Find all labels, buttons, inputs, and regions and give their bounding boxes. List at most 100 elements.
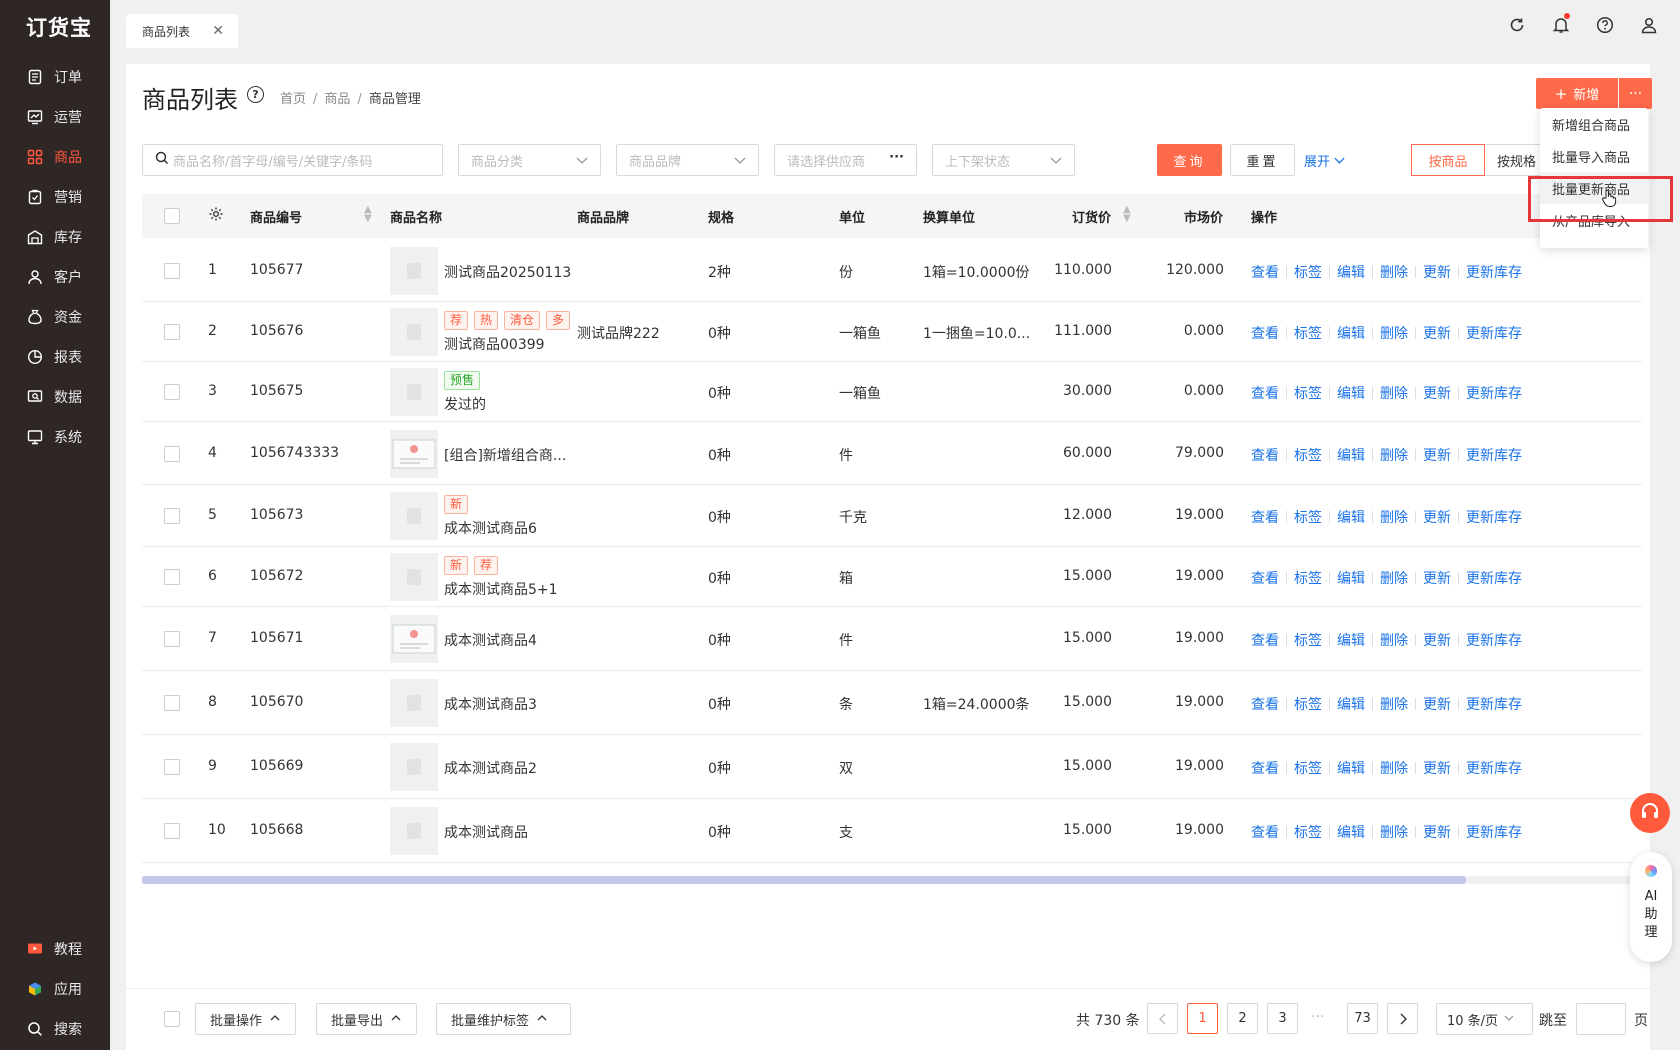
horizontal-scrollbar[interactable] xyxy=(142,876,1642,884)
sidebar-item-search[interactable]: 搜索 xyxy=(0,1011,110,1047)
product-thumbnail[interactable] xyxy=(390,807,438,855)
op-link[interactable]: 查看 xyxy=(1251,825,1279,841)
op-link[interactable]: 删除 xyxy=(1380,448,1408,464)
help-circle-icon[interactable]: ? xyxy=(247,86,264,103)
more-actions-button[interactable]: ··· xyxy=(1619,78,1652,109)
op-link[interactable]: 更新 xyxy=(1423,510,1451,526)
product-thumbnail[interactable] xyxy=(390,368,438,416)
op-link[interactable]: 标签 xyxy=(1294,571,1322,587)
op-link[interactable]: 更新库存 xyxy=(1466,448,1522,464)
product-thumbnail[interactable] xyxy=(390,429,438,478)
settings-icon[interactable] xyxy=(208,206,224,226)
op-link[interactable]: 更新库存 xyxy=(1466,510,1522,526)
product-name[interactable]: 发过的 xyxy=(444,394,574,414)
op-link[interactable]: 更新库存 xyxy=(1466,761,1522,777)
prev-page-button[interactable] xyxy=(1147,1003,1178,1034)
row-checkbox[interactable] xyxy=(164,384,180,400)
sidebar-item-marketing[interactable]: 营销 xyxy=(0,179,110,215)
op-link[interactable]: 标签 xyxy=(1294,265,1322,281)
product-name[interactable]: 成本测试商品4 xyxy=(444,630,574,650)
op-link[interactable]: 更新 xyxy=(1423,633,1451,649)
product-thumbnail[interactable] xyxy=(390,615,438,663)
op-link[interactable]: 删除 xyxy=(1380,571,1408,587)
add-product-button[interactable]: + 新增 xyxy=(1536,78,1618,109)
product-thumbnail[interactable] xyxy=(390,679,438,727)
op-link[interactable]: 编辑 xyxy=(1337,265,1365,281)
brand-select[interactable]: 商品品牌 xyxy=(616,144,759,176)
row-checkbox[interactable] xyxy=(164,695,180,711)
sidebar-item-inventory[interactable]: 库存 xyxy=(0,219,110,255)
sidebar-item-apps[interactable]: 应用 xyxy=(0,971,110,1007)
op-link[interactable]: 标签 xyxy=(1294,386,1322,402)
page-last[interactable]: 73 xyxy=(1347,1003,1378,1034)
pagination-ellipsis[interactable]: ··· xyxy=(1311,1009,1324,1025)
op-link[interactable]: 查看 xyxy=(1251,265,1279,281)
view-by-product[interactable]: 按商品 xyxy=(1411,144,1485,176)
product-name[interactable]: 成本测试商品3 xyxy=(444,694,574,714)
op-link[interactable]: 标签 xyxy=(1294,448,1322,464)
op-link[interactable]: 删除 xyxy=(1380,825,1408,841)
op-link[interactable]: 更新 xyxy=(1423,326,1451,342)
product-name[interactable]: 成本测试商品 xyxy=(444,822,574,842)
row-checkbox[interactable] xyxy=(164,569,180,585)
op-link[interactable]: 标签 xyxy=(1294,633,1322,649)
breadcrumb-home[interactable]: 首页 xyxy=(280,92,306,107)
sidebar-item-operations[interactable]: 运营 xyxy=(0,99,110,135)
scrollbar-thumb[interactable] xyxy=(142,876,1466,884)
menu-item-batch-import[interactable]: 批量导入商品 xyxy=(1540,140,1648,172)
search-input[interactable]: 商品名称/首字母/编号/关键字/条码 xyxy=(142,144,443,176)
sidebar-item-tutorial[interactable]: 教程 xyxy=(0,931,110,967)
page-3[interactable]: 3 xyxy=(1267,1003,1298,1034)
op-link[interactable]: 更新 xyxy=(1423,825,1451,841)
footer-select-all-checkbox[interactable] xyxy=(164,1011,180,1027)
page-2[interactable]: 2 xyxy=(1227,1003,1258,1034)
op-link[interactable]: 编辑 xyxy=(1337,571,1365,587)
status-select[interactable]: 上下架状态 xyxy=(932,144,1075,176)
close-icon[interactable]: ✕ xyxy=(212,23,224,39)
op-link[interactable]: 编辑 xyxy=(1337,761,1365,777)
sidebar-item-system[interactable]: 系统 xyxy=(0,419,110,455)
sidebar-item-funds[interactable]: 资金 xyxy=(0,299,110,335)
op-link[interactable]: 标签 xyxy=(1294,825,1322,841)
supplier-select[interactable]: 请选择供应商 ··· xyxy=(774,144,917,176)
batch-tags-button[interactable]: 批量维护标签 xyxy=(436,1003,571,1035)
op-link[interactable]: 删除 xyxy=(1380,265,1408,281)
op-link[interactable]: 编辑 xyxy=(1337,386,1365,402)
op-link[interactable]: 更新库存 xyxy=(1466,825,1522,841)
op-link[interactable]: 查看 xyxy=(1251,510,1279,526)
product-thumbnail[interactable] xyxy=(390,553,438,601)
product-thumbnail[interactable] xyxy=(390,492,438,540)
row-checkbox[interactable] xyxy=(164,823,180,839)
reset-button[interactable]: 重置 xyxy=(1230,144,1295,176)
op-link[interactable]: 更新库存 xyxy=(1466,386,1522,402)
menu-item-add-combo[interactable]: 新增组合商品 xyxy=(1540,108,1648,140)
batch-operations-button[interactable]: 批量操作 xyxy=(195,1003,296,1035)
op-link[interactable]: 编辑 xyxy=(1337,510,1365,526)
op-link[interactable]: 更新 xyxy=(1423,265,1451,281)
sort-icon[interactable]: ▲ ▼ xyxy=(1123,205,1131,224)
jump-page-input[interactable] xyxy=(1576,1003,1626,1035)
row-checkbox[interactable] xyxy=(164,508,180,524)
op-link[interactable]: 删除 xyxy=(1380,326,1408,342)
breadcrumb-products[interactable]: 商品 xyxy=(324,92,350,107)
product-thumbnail[interactable] xyxy=(390,743,438,791)
row-checkbox[interactable] xyxy=(164,445,180,462)
select-all-checkbox[interactable] xyxy=(164,208,180,224)
op-link[interactable]: 更新 xyxy=(1423,697,1451,713)
op-link[interactable]: 更新 xyxy=(1423,571,1451,587)
op-link[interactable]: 查看 xyxy=(1251,761,1279,777)
header-order-price[interactable]: 订货价 xyxy=(1072,207,1111,226)
page-1[interactable]: 1 xyxy=(1187,1003,1218,1034)
op-link[interactable]: 更新库存 xyxy=(1466,326,1522,342)
op-link[interactable]: 编辑 xyxy=(1337,326,1365,342)
refresh-icon[interactable] xyxy=(1506,14,1528,36)
op-link[interactable]: 编辑 xyxy=(1337,633,1365,649)
product-name[interactable]: 测试商品00399 xyxy=(444,334,574,354)
op-link[interactable]: 更新 xyxy=(1423,448,1451,464)
sidebar-item-data[interactable]: 数据 xyxy=(0,379,110,415)
op-link[interactable]: 标签 xyxy=(1294,510,1322,526)
sidebar-item-orders[interactable]: 订单 xyxy=(0,59,110,95)
product-name[interactable]: 成本测试商品5+1 xyxy=(444,579,574,599)
customer-support-button[interactable] xyxy=(1630,793,1670,833)
op-link[interactable]: 删除 xyxy=(1380,697,1408,713)
